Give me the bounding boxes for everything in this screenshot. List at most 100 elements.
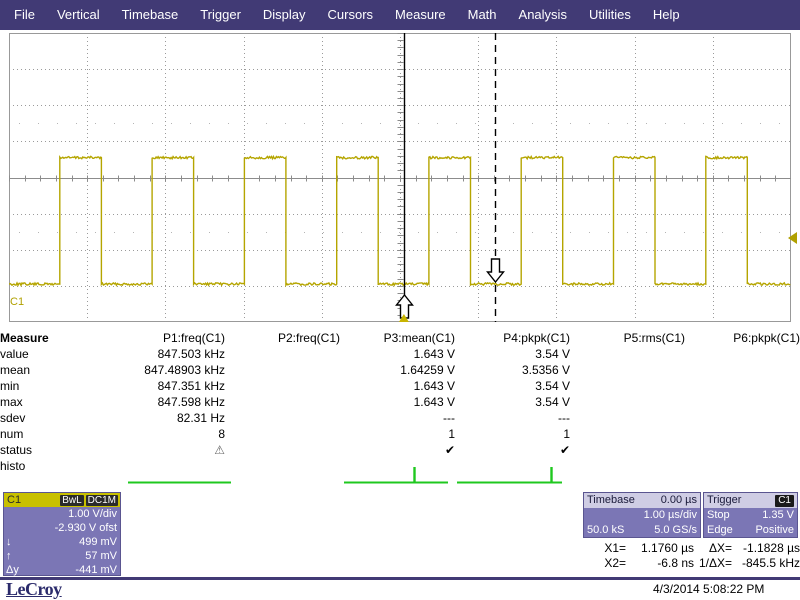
status-badge-p3: ✔: [444, 443, 455, 457]
cursor-dx-label: ΔX=: [708, 541, 732, 555]
menu-item-timebase[interactable]: Timebase: [111, 0, 190, 30]
menu-item-measure[interactable]: Measure: [384, 0, 457, 30]
volts-per-div: 1.00 V/div: [68, 508, 117, 520]
status-badge-p1: ⚠: [214, 443, 225, 457]
cell-p2-min: [225, 378, 340, 394]
menu-item-help[interactable]: Help: [642, 0, 691, 30]
row-label-min: min: [0, 379, 20, 393]
cursor-row-2: X2= -6.8 ns 1/ΔX= -845.5 kHz: [600, 556, 800, 571]
lecroy-logo: LeCroy: [6, 579, 62, 599]
histogram-canvas: [128, 467, 562, 484]
cell-p1-max: 847.598 kHz: [157, 395, 225, 409]
trigger-descriptor[interactable]: Trigger C1 Stop 1.35 V Edge Positive: [703, 492, 798, 538]
cell-p1-value: 847.503 kHz: [157, 347, 225, 361]
cell-p3-max: 1.643 V: [413, 395, 455, 409]
channel-1-trace: [9, 154, 791, 288]
menu-item-display[interactable]: Display: [252, 0, 317, 30]
up-arrow-icon: ↑: [6, 550, 12, 562]
cursor-row-1: X1= 1.1760 µs ΔX= -1.1828 µs: [600, 541, 800, 556]
measure-col-header-p3[interactable]: P3:mean(C1): [340, 330, 455, 346]
cell-p4-value: 3.54 V: [535, 347, 570, 361]
status-badge-p4: ✔: [559, 443, 570, 457]
menu-item-vertical[interactable]: Vertical: [46, 0, 111, 30]
rise-measurement: ↑ 57 mV: [4, 549, 120, 563]
datetime-display: 4/3/2014 5:08:22 PM: [653, 582, 765, 596]
measure-col-header-p6[interactable]: P6:pkpk(C1): [685, 330, 800, 346]
cell-p6-value: [685, 346, 800, 362]
trigger-source-badge[interactable]: C1: [775, 494, 794, 507]
menu-item-cursors[interactable]: Cursors: [317, 0, 385, 30]
menu-item-file[interactable]: File: [0, 0, 46, 30]
channel-descriptor-header: C1 BwL DC1M: [4, 493, 120, 507]
trigger-state-row: Stop 1.35 V: [704, 508, 797, 523]
channel-1-descriptor[interactable]: C1 BwL DC1M 1.00 V/div -2.930 V ofst ↓ 499…: [3, 492, 121, 576]
cell-p2-max: [225, 394, 340, 410]
menu-item-math[interactable]: Math: [457, 0, 508, 30]
cell-p2-sdev: [225, 410, 340, 426]
center-axis-ticks: [9, 33, 776, 316]
cell-p3-sdev: ---: [443, 411, 455, 425]
row-label-sdev: sdev: [0, 411, 26, 425]
down-arrow-icon: ↓: [6, 536, 12, 548]
timebase-scale-row: 1.00 µs/div: [584, 508, 700, 523]
oscilloscope-screen: File Vertical Timebase Trigger Display C…: [0, 0, 800, 600]
waveform-display[interactable]: C1: [9, 33, 791, 322]
cursor-lines: [395, 33, 505, 322]
table-row: num 8 1 1: [0, 426, 800, 442]
table-row: mean 847.48903 kHz 1.64259 V 3.5356 V: [0, 362, 800, 378]
menu-item-utilities[interactable]: Utilities: [578, 0, 642, 30]
cursor-invdx-label: 1/ΔX=: [698, 556, 732, 570]
time-per-div: 1.00 µs/div: [643, 509, 697, 521]
channel-descriptor-label: C1: [7, 494, 22, 506]
cursor-x2-value: -6.8 ns: [657, 556, 694, 570]
menu-item-trigger[interactable]: Trigger: [189, 0, 252, 30]
cell-p3-num: 1: [448, 427, 455, 441]
status-badge-p5: [570, 442, 685, 458]
trigger-level: 1.35 V: [762, 509, 794, 521]
trigger-header: Trigger C1: [704, 493, 797, 508]
histogram-row: [0, 462, 800, 488]
timebase-title: Timebase: [587, 494, 635, 506]
row-label-status: status: [0, 443, 33, 457]
cell-p4-num: 1: [563, 427, 570, 441]
row-label-num: num: [0, 427, 24, 441]
rise-value: 57 mV: [85, 550, 117, 562]
cell-p5-mean: [570, 362, 685, 378]
cell-p5-min: [570, 378, 685, 394]
timebase-descriptor[interactable]: Timebase 0.00 µs 1.00 µs/div 50.0 kS 5.0…: [583, 492, 701, 538]
cell-p5-max: [570, 394, 685, 410]
cell-p2-num: [225, 426, 340, 442]
fall-value: 499 mV: [79, 536, 117, 548]
measure-col-header-p5[interactable]: P5:rms(C1): [570, 330, 685, 346]
table-row: sdev 82.31 Hz --- ---: [0, 410, 800, 426]
measure-col-header-p4[interactable]: P4:pkpk(C1): [455, 330, 570, 346]
menu-item-analysis[interactable]: Analysis: [508, 0, 578, 30]
timebase-delay: 0.00 µs: [660, 494, 697, 506]
cell-p6-sdev: [685, 410, 800, 426]
trigger-type-row: Edge Positive: [704, 523, 797, 538]
measure-title: Measure: [0, 331, 49, 345]
trigger-slope: Positive: [755, 524, 794, 536]
table-row: status ⚠ ✔ ✔: [0, 442, 800, 458]
cell-p1-min: 847.351 kHz: [157, 379, 225, 393]
cell-p6-num: [685, 426, 800, 442]
row-label-mean: mean: [0, 363, 31, 377]
status-badge-p6: [685, 442, 800, 458]
bandwidth-limit-badge[interactable]: BwL: [60, 495, 84, 506]
timebase-acq-row: 50.0 kS 5.0 GS/s: [584, 523, 700, 538]
delta-y-value: -441 mV: [75, 564, 117, 576]
menu-bar: File Vertical Timebase Trigger Display C…: [0, 0, 800, 30]
measure-col-header-p1[interactable]: P1:freq(C1): [110, 330, 225, 346]
vertical-offset: -2.930 V ofst: [54, 522, 117, 534]
channel-offset-marker-icon[interactable]: [788, 232, 797, 244]
cell-p1-num: 8: [218, 427, 225, 441]
cell-p5-value: [570, 346, 685, 362]
row-label-value: value: [0, 347, 29, 361]
cell-p2-mean: [225, 362, 340, 378]
fall-measurement: ↓ 499 mV: [4, 535, 120, 549]
coupling-badge[interactable]: DC1M: [85, 495, 118, 506]
measure-col-header-p2[interactable]: P2:freq(C1): [225, 330, 340, 346]
table-row: value 847.503 kHz 1.643 V 3.54 V: [0, 346, 800, 362]
cursor-x1-value: 1.1760 µs: [641, 541, 694, 555]
cell-p4-max: 3.54 V: [535, 395, 570, 409]
